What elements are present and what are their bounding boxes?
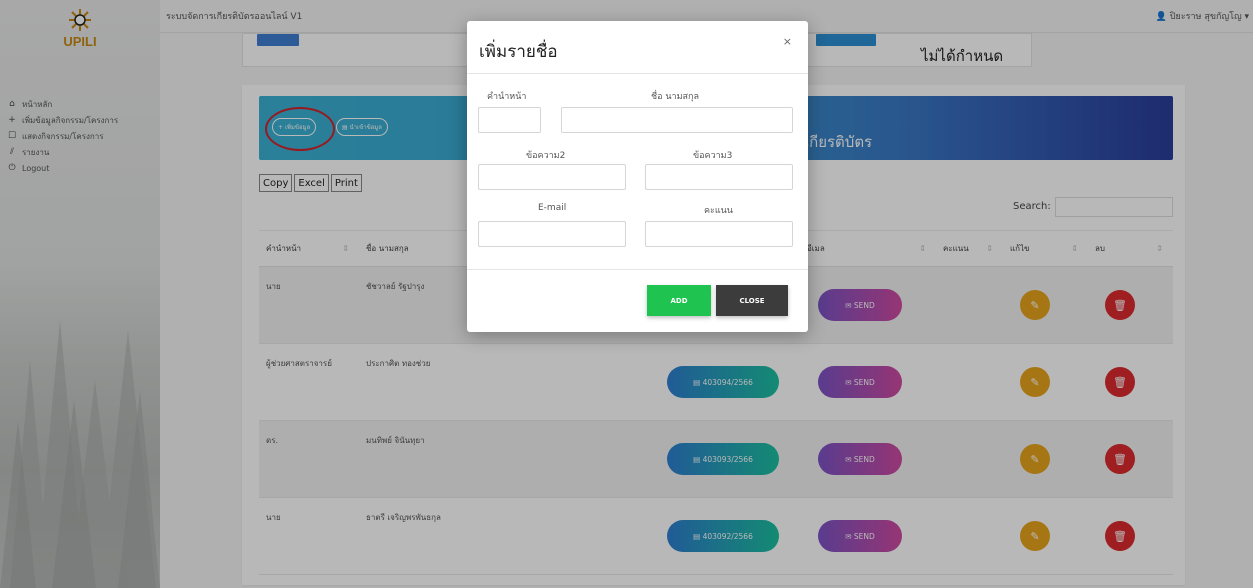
text2-input[interactable] xyxy=(478,164,626,190)
prefix-input[interactable] xyxy=(478,107,541,133)
modal-title: เพิ่มรายชื่อ xyxy=(479,42,558,62)
add-name-modal: เพิ่มรายชื่อ × คำนำหน้า ชื่อ นามสกุล ข้อ… xyxy=(467,21,808,332)
fullname-label: ชื่อ นามสกุล xyxy=(651,92,699,102)
divider xyxy=(467,269,808,270)
text3-input[interactable] xyxy=(645,164,793,190)
divider xyxy=(467,73,808,74)
close-button[interactable]: CLOSE xyxy=(716,285,788,316)
score-label: คะแนน xyxy=(704,206,733,216)
close-icon[interactable]: × xyxy=(783,35,792,48)
prefix-label: คำนำหน้า xyxy=(487,92,527,102)
fullname-input[interactable] xyxy=(561,107,793,133)
text2-label: ข้อความ2 xyxy=(526,151,566,161)
add-button[interactable]: ADD xyxy=(647,285,711,316)
score-input[interactable] xyxy=(645,221,793,247)
email-input[interactable] xyxy=(478,221,626,247)
email-label: E-mail xyxy=(538,203,567,213)
text3-label: ข้อความ3 xyxy=(693,151,733,161)
